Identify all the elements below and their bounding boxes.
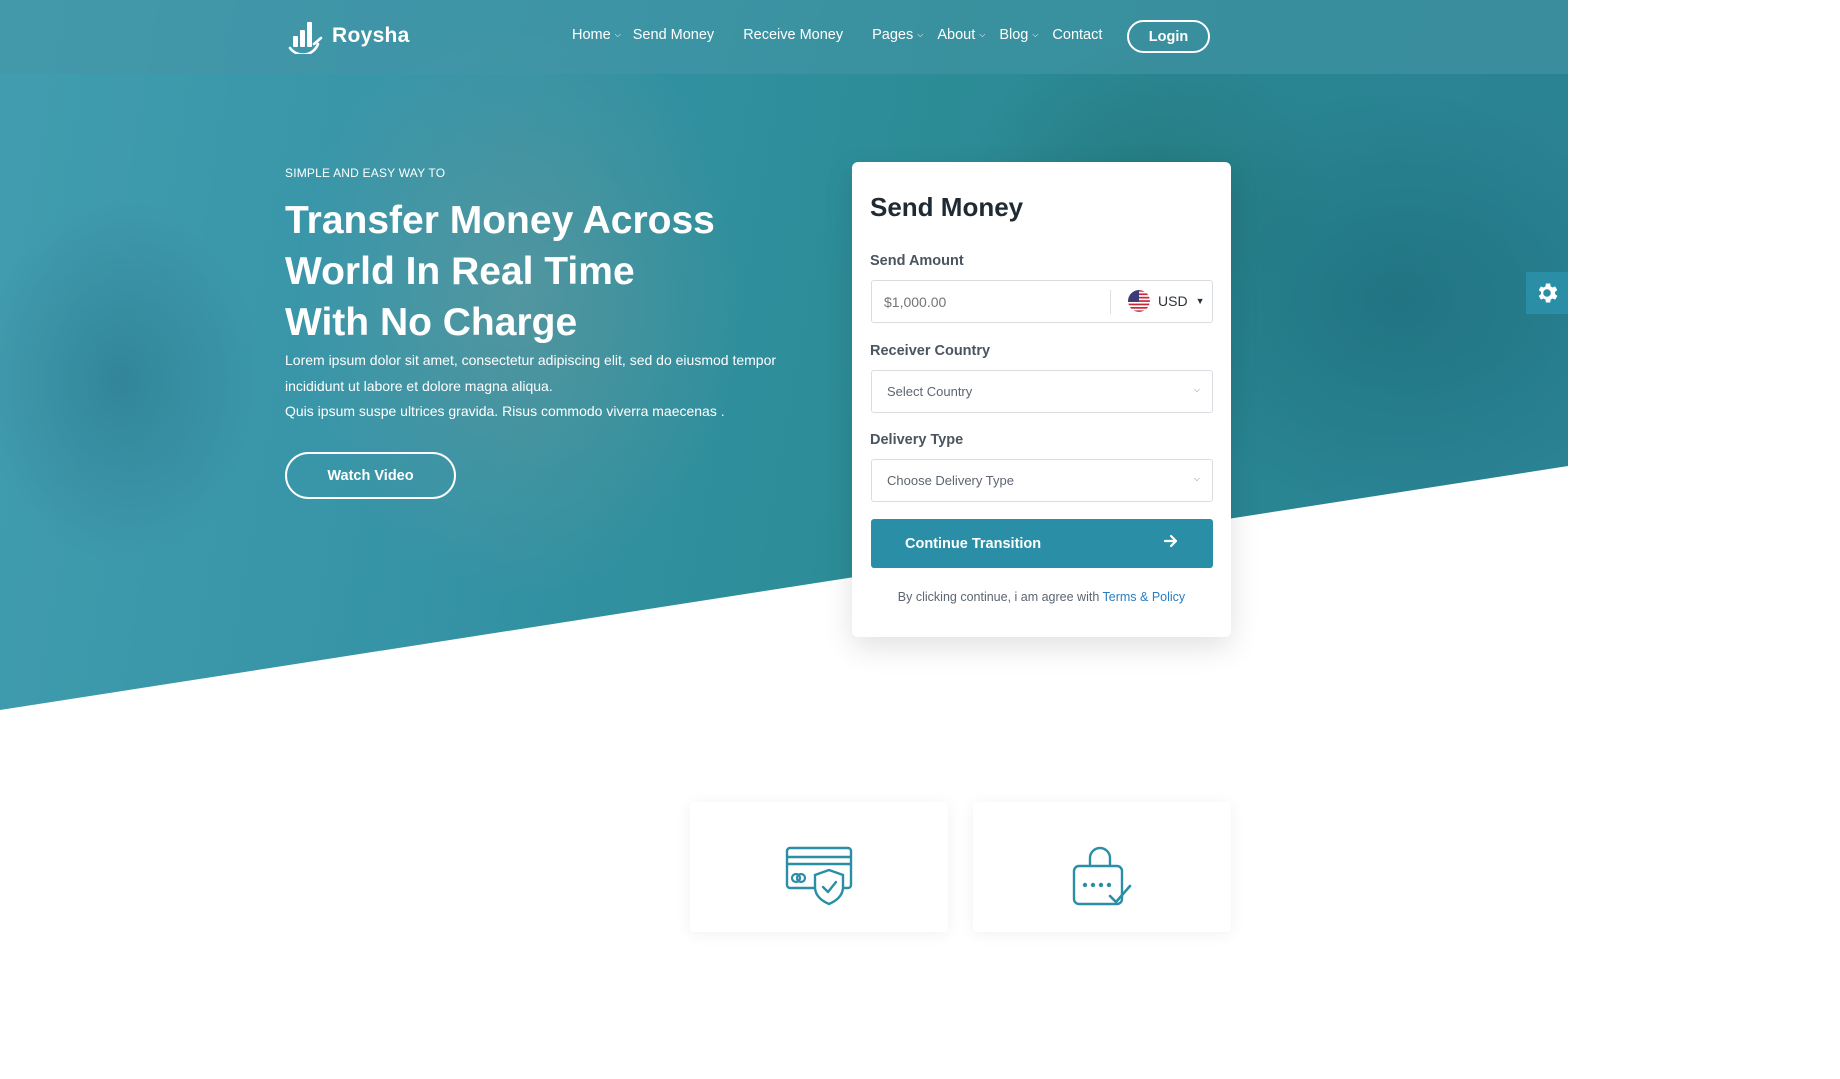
nav-label: Send Money xyxy=(632,27,715,43)
logo-icon xyxy=(288,22,323,54)
lead-line: incididunt ut labore et dolore magna ali… xyxy=(285,377,553,394)
nav-item-send-money[interactable]: Send Money xyxy=(633,27,714,43)
feature-card xyxy=(690,802,948,932)
nav-label: Contact xyxy=(1052,27,1103,43)
button-label: Continue Transition xyxy=(905,535,1042,552)
chevron-down-icon: ⌵ xyxy=(979,30,986,39)
hero-lead: Lorem ipsum dolor sit amet, consectetur … xyxy=(285,348,825,425)
send-amount-group: USD ▼ xyxy=(871,280,1213,323)
main-nav: Home ⌵ Send Money Receive Money Pages ⌵ … xyxy=(572,27,1102,43)
brand[interactable]: Roysha xyxy=(284,18,410,54)
delivery-type-label: Delivery Type xyxy=(870,432,964,448)
card-shield-icon xyxy=(785,846,853,906)
nav-item-pages[interactable]: Pages ⌵ xyxy=(872,27,923,43)
nav-label: Home xyxy=(572,27,611,43)
watch-video-button[interactable]: Watch Video xyxy=(285,452,456,499)
nav-label: About xyxy=(937,27,976,43)
gear-icon xyxy=(1538,283,1558,303)
lead-line: Lorem ipsum dolor sit amet, consectetur … xyxy=(285,352,777,368)
send-amount-input[interactable] xyxy=(872,281,1110,322)
nav-label: Pages xyxy=(872,27,914,43)
nav-item-receive-money[interactable]: Receive Money xyxy=(743,27,843,43)
lock-check-icon xyxy=(1072,846,1132,906)
delivery-type-select[interactable]: Choose Delivery Type ⌵ xyxy=(871,459,1213,502)
terms-note: By clicking continue, i am agree with Te… xyxy=(852,590,1231,604)
headline-line: World In Real Time xyxy=(285,250,635,293)
chevron-down-icon: ⌵ xyxy=(1193,474,1200,483)
select-value: Select Country xyxy=(887,384,973,399)
receiver-country-select[interactable]: Select Country ⌵ xyxy=(871,370,1213,413)
nav-item-contact[interactable]: Contact xyxy=(1052,27,1102,43)
send-money-card: Send Money Send Amount USD xyxy=(852,162,1231,637)
card-title: Send Money xyxy=(870,192,1024,222)
chevron-down-icon: ⌵ xyxy=(917,30,924,39)
continue-transition-button[interactable]: Continue Transition xyxy=(871,519,1213,568)
nav-item-blog[interactable]: Blog ⌵ xyxy=(999,27,1038,43)
nav-item-about[interactable]: About ⌵ xyxy=(937,27,985,43)
divider xyxy=(1110,290,1111,314)
hero-headline: Transfer Money Across World In Real Time… xyxy=(285,195,825,348)
send-amount-label: Send Amount xyxy=(870,253,964,269)
currency-selector[interactable]: USD ▼ xyxy=(1128,290,1204,312)
nav-label: Receive Money xyxy=(743,27,844,43)
headline-line: With No Charge xyxy=(285,301,578,344)
nav-label: Blog xyxy=(999,27,1029,43)
settings-toggle[interactable] xyxy=(1526,272,1568,314)
lead-line: Quis ipsum suspe ultrices gravida. Risus… xyxy=(285,403,725,419)
receiver-country-label: Receiver Country xyxy=(870,343,991,359)
chevron-down-icon: ⌵ xyxy=(1032,30,1039,39)
caret-down-icon: ▼ xyxy=(1195,296,1205,306)
top-navbar: Roysha Home ⌵ Send Money Receive Money P… xyxy=(0,0,1568,74)
terms-text: By clicking continue, i am agree with xyxy=(897,590,1100,604)
headline-line: Transfer Money Across xyxy=(285,199,715,242)
select-value: Choose Delivery Type xyxy=(887,473,1014,488)
chevron-down-icon: ⌵ xyxy=(614,30,621,39)
feature-card xyxy=(973,802,1231,932)
us-flag-icon xyxy=(1128,290,1150,312)
terms-policy-link[interactable]: Terms & Policy xyxy=(1103,590,1186,604)
login-button[interactable]: Login xyxy=(1127,20,1210,53)
hero-eyebrow: SIMPLE AND EASY WAY TO xyxy=(285,166,446,180)
brand-name: Roysha xyxy=(332,24,410,47)
arrow-right-icon xyxy=(1163,534,1178,548)
currency-label: USD xyxy=(1158,293,1188,309)
nav-item-home[interactable]: Home ⌵ xyxy=(572,27,621,43)
chevron-down-icon: ⌵ xyxy=(1193,385,1200,394)
